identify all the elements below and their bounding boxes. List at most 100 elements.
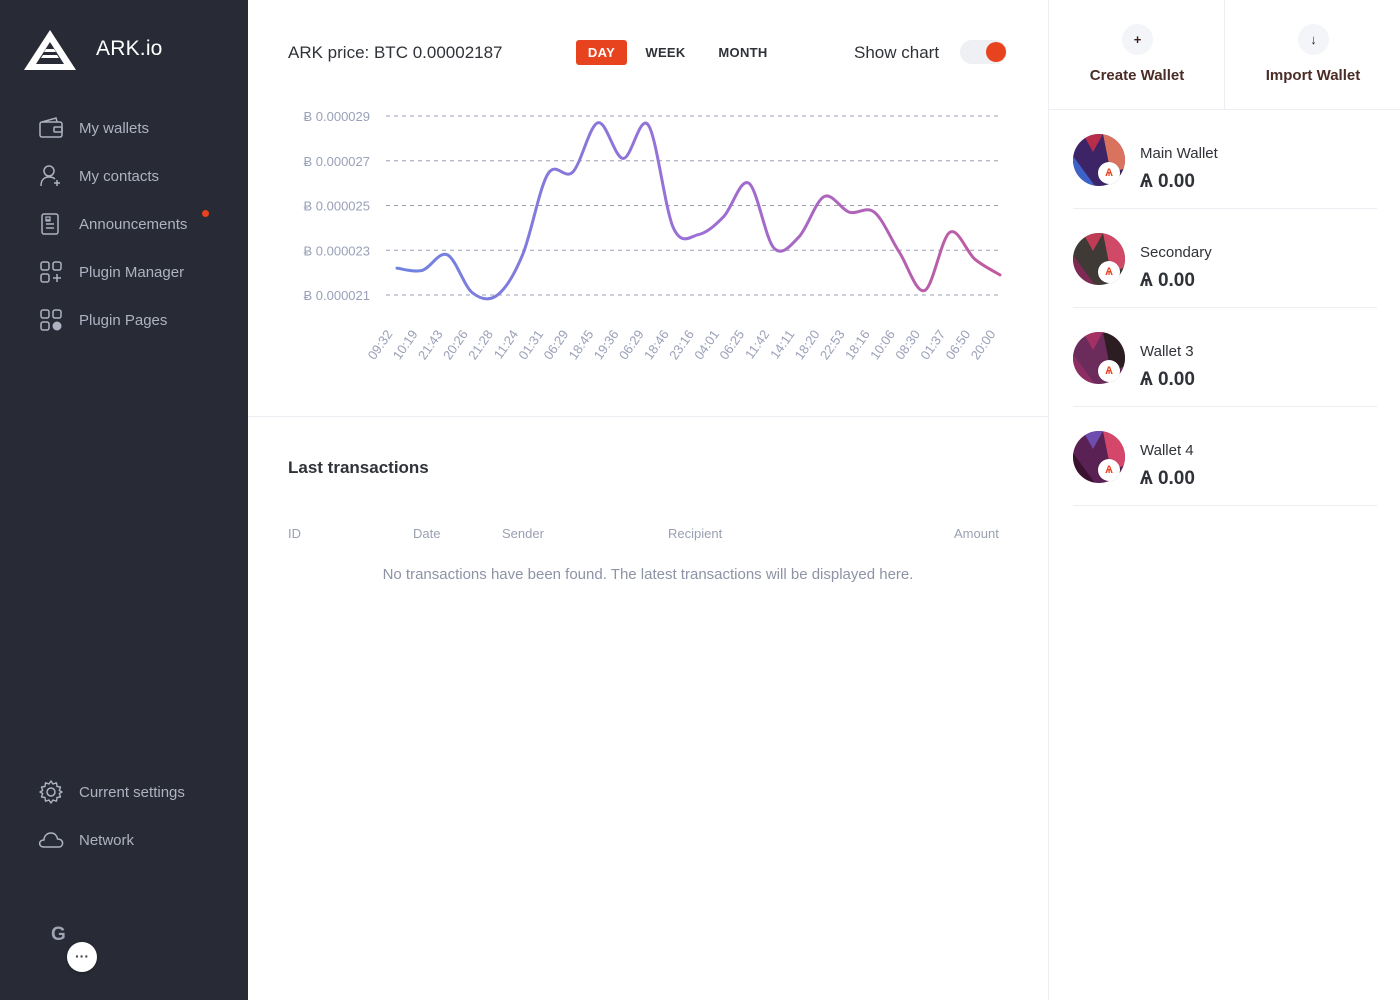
create-wallet-button[interactable]: + Create Wallet <box>1049 0 1225 110</box>
x-tick-label: 18:16 <box>842 327 873 362</box>
transactions-title: Last transactions <box>288 458 429 477</box>
wallet-icon <box>36 113 66 143</box>
x-tick-label: 22:53 <box>817 327 848 362</box>
sidebar-item-plugin-manager[interactable]: Plugin Manager <box>36 256 236 288</box>
column-header-date[interactable]: Date <box>413 526 440 541</box>
import-icon: ↓ <box>1298 24 1329 55</box>
y-tick-label: Ƀ 0.000029 <box>303 109 370 124</box>
wallet-name: Main Wallet <box>1140 145 1218 162</box>
profile-initial[interactable]: G <box>51 924 66 946</box>
toggle-knob <box>986 42 1006 62</box>
x-tick-label: 06:29 <box>616 327 647 362</box>
more-icon: ··· <box>75 947 89 964</box>
sidebar-item-label: My contacts <box>79 167 160 185</box>
price-chart: Ƀ 0.000029 Ƀ 0.000027 Ƀ 0.000025 Ƀ 0.000023… <box>303 109 1002 362</box>
wallet-item[interactable]: Ѧ Wallet 4 Ѧ 0.00 <box>1073 407 1377 506</box>
x-tick-label: 10:06 <box>867 327 898 362</box>
wallet-item[interactable]: Ѧ Wallet 3 Ѧ 0.00 <box>1073 308 1377 407</box>
show-chart-toggle[interactable] <box>960 40 1007 64</box>
sidebar-item-announcements[interactable]: Announcements <box>36 208 236 240</box>
sidebar-item-label: Plugin Manager <box>79 263 185 281</box>
x-tick-label: 21:28 <box>465 327 496 362</box>
period-week-button[interactable]: WEEK <box>639 40 692 65</box>
sidebar-item-network[interactable]: Network <box>36 824 236 856</box>
wallet-balance: Ѧ 0.00 <box>1140 270 1195 291</box>
wallet-balance: Ѧ 0.00 <box>1140 468 1195 489</box>
wallet-name: Wallet 3 <box>1140 343 1194 360</box>
x-tick-label: 20:26 <box>440 327 471 362</box>
import-wallet-button[interactable]: ↓ Import Wallet <box>1225 0 1400 110</box>
x-tick-label: 11:42 <box>742 327 772 361</box>
create-wallet-label: Create Wallet <box>1089 67 1185 84</box>
period-month-button[interactable]: MONTH <box>710 40 776 65</box>
x-tick-label: 20:00 <box>968 327 999 362</box>
sidebar: ARK.io My wallets My contacts Announceme… <box>0 0 248 1000</box>
x-tick-label: 23:16 <box>666 327 697 362</box>
import-wallet-label: Import Wallet <box>1265 67 1361 84</box>
x-tick-label: 01:37 <box>917 327 948 362</box>
x-tick-label: 06:29 <box>540 327 571 362</box>
transactions-empty-message: No transactions have been found. The lat… <box>382 566 914 583</box>
brand-name: ARK.io <box>96 37 163 60</box>
ark-badge-icon: Ѧ <box>1098 261 1120 283</box>
gear-icon <box>36 777 66 807</box>
wallet-name: Wallet 4 <box>1140 442 1194 459</box>
x-tick-label: 18:20 <box>792 327 823 362</box>
sidebar-item-label: Network <box>79 831 135 849</box>
x-tick-label: 04:01 <box>691 327 722 362</box>
x-tick-label: 14:11 <box>767 327 797 361</box>
x-tick-label: 18:46 <box>641 327 672 362</box>
ark-logo[interactable] <box>24 28 76 72</box>
x-tick-label: 21:43 <box>415 327 446 362</box>
ark-badge-icon: Ѧ <box>1098 459 1120 481</box>
sidebar-item-label: Plugin Pages <box>79 311 168 329</box>
notification-dot <box>202 210 209 217</box>
y-tick-label: Ƀ 0.000025 <box>303 199 370 214</box>
x-tick-label: 10:19 <box>390 327 421 362</box>
ark-logo-icon <box>24 30 76 70</box>
wallet-item[interactable]: Ѧ Main Wallet Ѧ 0.00 <box>1073 110 1377 209</box>
profile-menu-button[interactable]: ··· <box>67 942 97 972</box>
show-chart-label: Show chart <box>854 43 940 62</box>
wallet-balance: Ѧ 0.00 <box>1140 171 1195 192</box>
sidebar-item-label: My wallets <box>79 119 150 137</box>
plugin-manager-icon <box>36 257 66 287</box>
sidebar-item-label: Announcements <box>79 215 188 233</box>
sidebar-item-label: Current settings <box>79 783 185 801</box>
x-tick-label: 08:30 <box>892 327 923 362</box>
y-tick-label: Ƀ 0.000023 <box>303 243 370 258</box>
column-header-id[interactable]: ID <box>288 526 301 541</box>
x-tick-label: 18:45 <box>566 327 597 362</box>
x-tick-label: 19:36 <box>591 327 622 362</box>
x-tick-label: 06:50 <box>942 327 973 362</box>
contact-icon <box>36 161 66 191</box>
sidebar-item-plugin-pages[interactable]: Plugin Pages <box>36 304 236 336</box>
sidebar-item-my-wallets[interactable]: My wallets <box>36 112 236 144</box>
plugin-pages-icon <box>36 305 66 335</box>
wallet-name: Secondary <box>1140 244 1212 261</box>
sidebar-item-current-settings[interactable]: Current settings <box>36 776 236 808</box>
wallet-balance: Ѧ 0.00 <box>1140 369 1195 390</box>
x-tick-label: 11:24 <box>491 327 521 361</box>
price-chart-section: ARK price: BTC 0.00002187 DAY WEEK MONTH… <box>248 0 1048 417</box>
x-tick-label: 09:32 <box>365 327 396 362</box>
column-header-amount[interactable]: Amount <box>954 526 999 541</box>
ark-badge-icon: Ѧ <box>1098 162 1120 184</box>
column-header-sender[interactable]: Sender <box>502 526 544 541</box>
x-tick-label: 01:31 <box>515 327 546 362</box>
y-tick-label: Ƀ 0.000027 <box>303 154 370 169</box>
main-content: ARK price: BTC 0.00002187 DAY WEEK MONTH… <box>248 0 1048 1000</box>
column-header-recipient[interactable]: Recipient <box>668 526 722 541</box>
wallet-item[interactable]: Ѧ Secondary Ѧ 0.00 <box>1073 209 1377 308</box>
price-title: ARK price: BTC 0.00002187 <box>288 43 503 62</box>
x-tick-label: 06:25 <box>716 327 747 362</box>
price-series-line <box>395 121 1002 301</box>
ark-badge-icon: Ѧ <box>1098 360 1120 382</box>
announcement-icon <box>36 209 66 239</box>
sidebar-item-my-contacts[interactable]: My contacts <box>36 160 236 192</box>
plus-icon: + <box>1122 24 1153 55</box>
y-tick-label: Ƀ 0.000021 <box>303 288 370 303</box>
cloud-icon <box>36 825 66 855</box>
wallet-panel: + Create Wallet ↓ Import Wallet Ѧ Main Wa… <box>1048 0 1400 1000</box>
period-day-button[interactable]: DAY <box>576 40 627 65</box>
